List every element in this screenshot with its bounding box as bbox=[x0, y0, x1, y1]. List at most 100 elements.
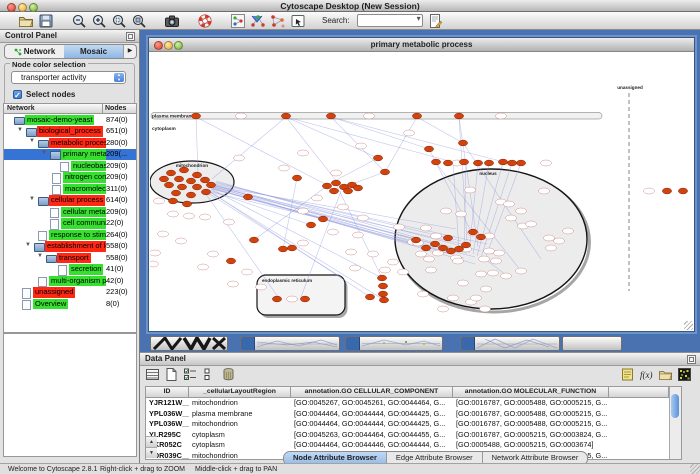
selected-node[interactable] bbox=[278, 246, 287, 252]
node[interactable] bbox=[438, 306, 449, 312]
node[interactable] bbox=[418, 291, 429, 297]
node[interactable] bbox=[150, 250, 161, 256]
node[interactable] bbox=[644, 188, 655, 194]
selected-node[interactable] bbox=[168, 198, 177, 204]
selected-node[interactable] bbox=[443, 160, 452, 166]
annotation-icon[interactable] bbox=[290, 13, 306, 29]
node[interactable] bbox=[388, 259, 399, 265]
node[interactable] bbox=[184, 213, 195, 219]
node[interactable] bbox=[350, 265, 361, 271]
node[interactable] bbox=[563, 228, 574, 234]
tree-row-secretion[interactable]: secretion41(0) bbox=[4, 264, 136, 276]
tree-row-nitrogen-compo[interactable]: nitrogen compo209(0) bbox=[4, 172, 136, 184]
selected-node[interactable] bbox=[377, 275, 386, 281]
node[interactable] bbox=[256, 284, 267, 290]
selected-node[interactable] bbox=[287, 245, 296, 251]
table-row-ypl036w__1[interactable]: YPL036W__1mitochondrion[GO:0044464, GO:0… bbox=[146, 419, 681, 430]
node-color-dropdown[interactable]: transporter activity ▲▼ bbox=[11, 71, 126, 84]
delete-attribute-icon[interactable] bbox=[221, 367, 236, 382]
selected-node[interactable] bbox=[365, 294, 374, 300]
network-window-titlebar[interactable]: primary metabolic process bbox=[149, 38, 694, 52]
node[interactable] bbox=[501, 273, 512, 279]
selected-node[interactable] bbox=[206, 182, 215, 188]
tree-column-nodes[interactable]: Nodes bbox=[102, 104, 136, 113]
selected-node[interactable] bbox=[421, 245, 430, 251]
tree-row-nucleobase-[interactable]: nucleobase-209(0) bbox=[4, 160, 136, 172]
selected-node[interactable] bbox=[353, 185, 362, 191]
selected-node[interactable] bbox=[192, 184, 201, 190]
selected-node[interactable] bbox=[182, 201, 191, 207]
node[interactable] bbox=[298, 240, 309, 246]
node[interactable] bbox=[298, 150, 309, 156]
selected-node[interactable] bbox=[459, 159, 468, 165]
selected-node[interactable] bbox=[318, 216, 327, 222]
tree-row-cellular-process[interactable]: ▼cellular process614(0) bbox=[4, 195, 136, 207]
minimized-window[interactable] bbox=[240, 336, 340, 351]
save-session-icon[interactable] bbox=[38, 13, 54, 29]
column-header--cellularlayoutregion[interactable]: _cellularLayoutRegion bbox=[189, 387, 291, 397]
selected-node[interactable] bbox=[171, 190, 180, 196]
snapshot-camera-icon[interactable] bbox=[164, 13, 180, 29]
tree-row-metabolic-process[interactable]: ▼metabolic process280(0) bbox=[4, 137, 136, 149]
selected-node[interactable] bbox=[378, 283, 387, 289]
close-button[interactable] bbox=[7, 3, 16, 12]
node[interactable] bbox=[426, 267, 437, 273]
selected-node[interactable] bbox=[186, 192, 195, 198]
selected-node[interactable] bbox=[473, 160, 482, 166]
selected-node[interactable] bbox=[306, 222, 315, 228]
selected-node[interactable] bbox=[498, 159, 507, 165]
selected-node[interactable] bbox=[662, 188, 671, 194]
table-scrollbar[interactable] bbox=[669, 387, 681, 459]
table-row-ypl036w__2[interactable]: YPL036W__2plasma membrane[GO:0044464, GO… bbox=[146, 409, 681, 420]
select-attributes-icon[interactable] bbox=[145, 367, 160, 382]
search-input[interactable]: ▾ bbox=[357, 14, 423, 27]
node[interactable] bbox=[546, 245, 557, 251]
node[interactable] bbox=[224, 219, 235, 225]
tree-row-multi-organism-pro[interactable]: multi-organism pro42(0) bbox=[4, 275, 136, 287]
selected-node[interactable] bbox=[201, 189, 210, 195]
node[interactable] bbox=[506, 215, 517, 221]
create-network-from-selection-icon[interactable] bbox=[250, 13, 266, 29]
node[interactable] bbox=[208, 251, 219, 257]
network-close-button[interactable] bbox=[154, 41, 163, 50]
selected-node[interactable] bbox=[164, 182, 173, 188]
node[interactable] bbox=[398, 269, 409, 275]
notes-icon[interactable] bbox=[620, 367, 635, 382]
node[interactable] bbox=[287, 296, 298, 302]
selected-node[interactable] bbox=[430, 241, 439, 247]
tree-row-cell-communicat[interactable]: cell communicat22(0) bbox=[4, 218, 136, 230]
zoom-fit-icon[interactable] bbox=[131, 13, 147, 29]
column-header-annotation-go-molecular-function[interactable]: annotation.GO MOLECULAR_FUNCTION bbox=[453, 387, 609, 397]
selected-node[interactable] bbox=[200, 177, 209, 183]
node[interactable] bbox=[228, 281, 239, 287]
tree-row-macromolecule[interactable]: macromolecule311(0) bbox=[4, 183, 136, 195]
help-lifesaver-icon[interactable] bbox=[197, 13, 213, 29]
select-nodes-checkbox[interactable]: ✓ bbox=[13, 90, 22, 99]
expand-arrow-icon[interactable]: ▼ bbox=[29, 138, 35, 144]
network-maximize-button[interactable] bbox=[174, 41, 183, 50]
node[interactable] bbox=[198, 264, 209, 270]
tree-row-response-to-stimulu[interactable]: response to stimulu264(0) bbox=[4, 229, 136, 241]
network-graph[interactable]: plasma membranecytoplasmmitochondrionnuc… bbox=[150, 52, 693, 330]
network-view-window[interactable]: primary metabolic process plasma membran… bbox=[148, 37, 695, 332]
selected-node[interactable] bbox=[329, 188, 338, 194]
node[interactable] bbox=[424, 256, 435, 262]
node[interactable] bbox=[526, 221, 537, 227]
node[interactable] bbox=[404, 130, 415, 136]
selected-node[interactable] bbox=[484, 160, 493, 166]
selected-node[interactable] bbox=[179, 167, 188, 173]
node[interactable] bbox=[458, 280, 469, 286]
node[interactable] bbox=[544, 235, 555, 241]
node[interactable] bbox=[456, 211, 467, 217]
open-session-icon[interactable] bbox=[18, 13, 34, 29]
tree-row-primary-metabo[interactable]: ▼primary metabo209(... bbox=[4, 149, 136, 161]
node[interactable] bbox=[150, 261, 159, 267]
tree-row-establishment-of-lo[interactable]: ▼establishment of lo558(0) bbox=[4, 241, 136, 253]
expand-arrow-icon[interactable]: ▼ bbox=[41, 150, 47, 156]
selected-node[interactable] bbox=[249, 237, 258, 243]
table-row-yjr121w__1[interactable]: YJR121W__1mitochondrion[GO:0045267, GO:0… bbox=[146, 398, 681, 409]
node[interactable] bbox=[516, 208, 527, 214]
node[interactable] bbox=[364, 113, 375, 119]
selected-node[interactable] bbox=[461, 242, 470, 248]
tree-row-overview[interactable]: Overview8(0) bbox=[4, 298, 136, 310]
